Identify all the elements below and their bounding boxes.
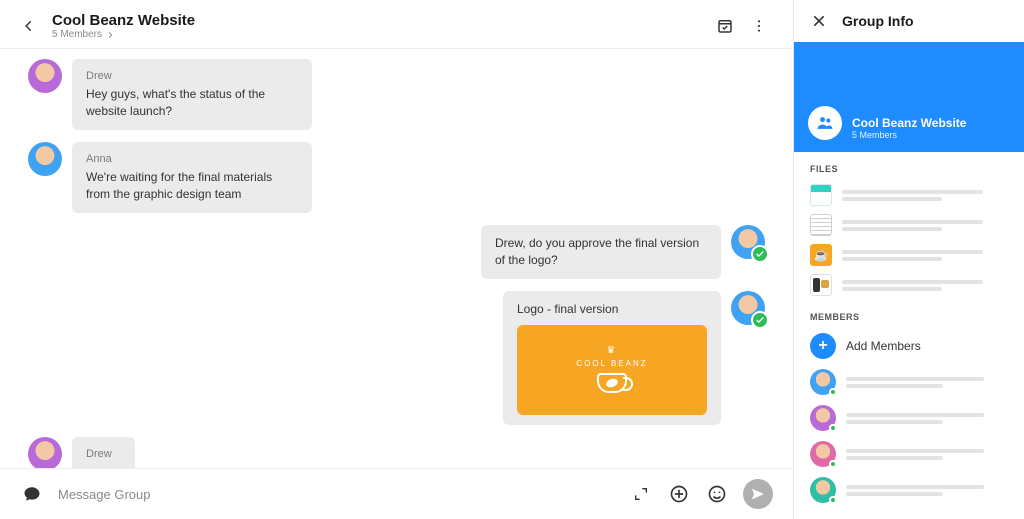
message-sender: Anna	[86, 152, 298, 167]
group-cover: Cool Beanz Website 5 Members	[794, 42, 1024, 152]
more-icon[interactable]	[745, 12, 773, 40]
close-icon[interactable]	[810, 12, 828, 30]
message-row: Drew Hey guys, what's the status of the …	[28, 59, 765, 130]
chat-title: Cool Beanz Website	[52, 12, 195, 29]
avatar	[810, 369, 836, 395]
avatar[interactable]	[731, 225, 765, 259]
message-row: Logo - final version ♛ COOL BEANZ	[28, 291, 765, 426]
archive-icon[interactable]	[711, 12, 739, 40]
member-item[interactable]	[794, 364, 1024, 400]
message-text: Drew, do you approve the final version o…	[495, 235, 707, 269]
avatar[interactable]	[28, 142, 62, 176]
message-bubble: Drew	[72, 437, 135, 468]
message-bubble: Logo - final version ♛ COOL BEANZ	[503, 291, 721, 426]
file-thumb-icon	[810, 244, 832, 266]
message-bubble: Drew Hey guys, what's the status of the …	[72, 59, 312, 130]
members-section-label: MEMBERS	[794, 300, 1024, 328]
add-icon[interactable]	[667, 482, 691, 506]
message-text: Hey guys, what's the status of the websi…	[86, 86, 298, 120]
message-sender: Drew	[86, 447, 121, 462]
crown-icon: ♛	[607, 344, 618, 358]
chat-subtitle-text: 5 Members	[52, 29, 102, 40]
info-header: Group Info	[794, 0, 1024, 42]
avatar	[810, 441, 836, 467]
avatar[interactable]	[28, 59, 62, 93]
message-input-bar: Message Group	[0, 468, 793, 519]
info-title: Group Info	[842, 13, 914, 29]
message-text: We're waiting for the final materials fr…	[86, 169, 298, 203]
presence-dot-icon	[829, 424, 837, 432]
chat-bubble-icon	[20, 482, 44, 506]
file-item[interactable]	[794, 270, 1024, 300]
chat-header: Cool Beanz Website 5 Members	[0, 0, 793, 49]
presence-dot-icon	[829, 460, 837, 468]
avatar	[810, 405, 836, 431]
chat-body: Drew Hey guys, what's the status of the …	[0, 49, 793, 468]
cup-icon	[597, 373, 627, 393]
attachment-image[interactable]: ♛ COOL BEANZ	[517, 325, 707, 415]
add-members-label: Add Members	[846, 339, 921, 353]
file-thumb-icon	[810, 274, 832, 296]
file-thumb-icon	[810, 214, 832, 236]
message-input[interactable]: Message Group	[58, 487, 615, 502]
plus-icon: +	[810, 333, 836, 359]
presence-dot-icon	[829, 496, 837, 504]
message-row: Drew	[28, 437, 765, 468]
avatar[interactable]	[731, 291, 765, 325]
file-item[interactable]	[794, 240, 1024, 270]
sent-status-icon	[751, 311, 769, 329]
message-row: Drew, do you approve the final version o…	[28, 225, 765, 279]
chat-column: Cool Beanz Website 5 Members Drew Hey gu…	[0, 0, 794, 519]
presence-dot-icon	[829, 388, 837, 396]
message-row: Anna We're waiting for the final materia…	[28, 142, 765, 213]
file-item[interactable]	[794, 180, 1024, 210]
sent-status-icon	[751, 245, 769, 263]
add-members-button[interactable]: + Add Members	[794, 328, 1024, 364]
member-item[interactable]	[794, 472, 1024, 508]
avatar[interactable]	[28, 437, 62, 468]
files-section-label: FILES	[794, 152, 1024, 180]
expand-icon[interactable]	[629, 482, 653, 506]
group-info-panel: Group Info Cool Beanz Website 5 Members …	[794, 0, 1024, 519]
group-name: Cool Beanz Website	[852, 116, 966, 130]
logo-brand-text: COOL BEANZ	[576, 358, 647, 369]
send-button[interactable]	[743, 479, 773, 509]
message-bubble: Anna We're waiting for the final materia…	[72, 142, 312, 213]
message-text: Logo - final version	[517, 301, 707, 318]
member-item[interactable]	[794, 400, 1024, 436]
emoji-icon[interactable]	[705, 482, 729, 506]
group-subtitle: 5 Members	[852, 130, 966, 140]
message-bubble: Drew, do you approve the final version o…	[481, 225, 721, 279]
avatar	[810, 477, 836, 503]
message-sender: Drew	[86, 69, 298, 84]
chat-title-block: Cool Beanz Website 5 Members	[52, 12, 195, 40]
back-icon[interactable]	[20, 17, 38, 35]
group-avatar-icon	[808, 106, 842, 140]
typing-indicator	[86, 465, 121, 468]
file-item[interactable]	[794, 210, 1024, 240]
group-title-block: Cool Beanz Website 5 Members	[852, 116, 966, 140]
file-thumb-icon	[810, 184, 832, 206]
chat-subtitle[interactable]: 5 Members	[52, 29, 195, 40]
member-item[interactable]	[794, 436, 1024, 472]
